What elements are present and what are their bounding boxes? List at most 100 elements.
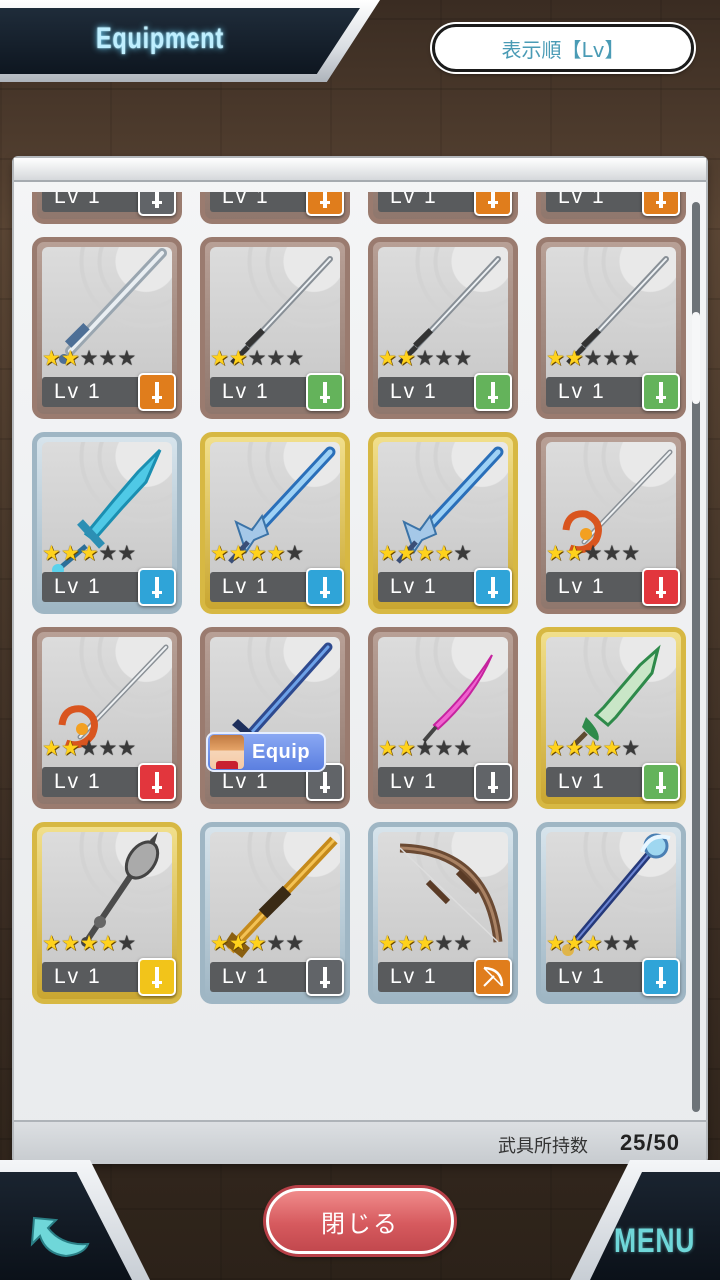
star-empty-icon: ★ xyxy=(266,346,286,370)
rarity-stars: ★★★★★ xyxy=(546,932,640,954)
equipment-card[interactable]: ★★★★★ Lv 1 xyxy=(368,237,518,419)
level-label: Lv 1 xyxy=(378,377,478,407)
inventory-footer: 武具所持数 25/50 xyxy=(14,1120,706,1164)
character-avatar-icon xyxy=(210,735,244,769)
star-filled-icon: ★ xyxy=(396,736,416,760)
weapon-type-icon xyxy=(306,192,344,216)
level-label: Lv 1 xyxy=(210,572,310,602)
star-empty-icon: ★ xyxy=(602,541,622,565)
equipment-card[interactable]: ★★★★★Lv 1 xyxy=(200,192,350,224)
level-label: Lv 1 xyxy=(378,572,478,602)
inventory-count-value: 25/50 xyxy=(619,1130,680,1155)
level-label: Lv 1 xyxy=(210,192,310,212)
level-label: Lv 1 xyxy=(210,962,310,992)
star-filled-icon: ★ xyxy=(546,931,565,955)
equipment-card[interactable]: ★★★★★ Lv 1 xyxy=(32,237,182,419)
star-filled-icon: ★ xyxy=(564,541,584,565)
star-filled-icon: ★ xyxy=(396,346,416,370)
star-filled-icon: ★ xyxy=(564,931,584,955)
star-filled-icon: ★ xyxy=(228,931,248,955)
sort-order-button[interactable]: 表示順【Lv】 xyxy=(432,24,694,72)
level-label: Lv 1 xyxy=(546,377,646,407)
rarity-stars: ★★★★★ xyxy=(546,542,640,564)
equipment-card[interactable]: ★★★★★Lv 1 xyxy=(536,627,686,809)
equipment-card[interactable]: ★★★★★Lv 1 xyxy=(368,192,518,224)
equipment-card[interactable]: ★★★★★ Lv 1 xyxy=(368,432,518,614)
equipment-card[interactable]: ★★★★★Lv 1 xyxy=(32,627,182,809)
level-label: Lv 1 xyxy=(546,192,646,212)
equipment-card[interactable]: ★★★★★Lv 1 xyxy=(200,822,350,1004)
weapon-type-icon xyxy=(642,192,680,216)
back-arrow-icon xyxy=(30,1216,90,1258)
level-label: Lv 1 xyxy=(42,572,142,602)
star-empty-icon: ★ xyxy=(98,346,118,370)
rarity-stars: ★★★★★ xyxy=(210,542,304,564)
equipment-card[interactable]: ★★★★★ Lv 1 xyxy=(536,822,686,1004)
equipment-card[interactable]: ★★★★★Lv 1 xyxy=(200,237,350,419)
rarity-stars: ★★★★★ xyxy=(210,347,304,369)
level-label: Lv 1 xyxy=(546,962,646,992)
equipment-card[interactable]: ★★★★★Lv 1 xyxy=(368,822,518,1004)
star-filled-icon: ★ xyxy=(42,931,61,955)
star-filled-icon: ★ xyxy=(378,736,397,760)
equipment-card[interactable]: ★★★★★Lv 1 xyxy=(32,432,182,614)
level-label: Lv 1 xyxy=(42,377,142,407)
rarity-stars: ★★★★★ xyxy=(42,347,136,369)
star-empty-icon: ★ xyxy=(285,541,305,565)
equipment-card[interactable]: ★★★★★Lv 1 xyxy=(200,627,350,809)
star-filled-icon: ★ xyxy=(564,346,584,370)
menu-button[interactable]: MENU xyxy=(614,1222,694,1266)
star-empty-icon: ★ xyxy=(621,346,641,370)
star-empty-icon: ★ xyxy=(583,541,603,565)
equipment-card[interactable]: ★★★★★Lv 1 xyxy=(536,237,686,419)
rarity-stars: ★★★★★ xyxy=(378,737,472,759)
equipment-card[interactable]: ★★★★★Lv 1 xyxy=(368,627,518,809)
back-button[interactable] xyxy=(26,1206,96,1266)
star-filled-icon: ★ xyxy=(42,346,61,370)
star-empty-icon: ★ xyxy=(266,931,286,955)
equipment-card[interactable]: ★★★★★Lv 1 xyxy=(32,192,182,224)
level-label: Lv 1 xyxy=(546,572,646,602)
star-filled-icon: ★ xyxy=(546,541,565,565)
equipment-card[interactable]: ★★★★★Lv 1 xyxy=(32,822,182,1004)
bow-type-icon xyxy=(474,958,512,996)
star-empty-icon: ★ xyxy=(434,736,454,760)
inventory-count-label: 武具所持数 xyxy=(498,1136,588,1157)
star-filled-icon: ★ xyxy=(583,931,603,955)
equipment-grid-viewport[interactable]: ★★★★★Lv 1★★★★★Lv 1★★★★★Lv 1★★★★★Lv 1★★★★… xyxy=(32,192,686,1122)
star-filled-icon: ★ xyxy=(60,931,80,955)
weapon-type-icon xyxy=(474,192,512,216)
star-filled-icon: ★ xyxy=(434,541,454,565)
scrollbar[interactable] xyxy=(692,202,700,1112)
page-title: Equipment xyxy=(96,22,224,55)
star-filled-icon: ★ xyxy=(98,931,118,955)
star-empty-icon: ★ xyxy=(602,346,622,370)
weapon-type-icon xyxy=(642,958,680,996)
level-label: Lv 1 xyxy=(42,192,142,212)
star-empty-icon: ★ xyxy=(247,346,267,370)
star-filled-icon: ★ xyxy=(210,541,229,565)
star-filled-icon: ★ xyxy=(564,736,584,760)
star-filled-icon: ★ xyxy=(546,346,565,370)
scrollbar-thumb[interactable] xyxy=(692,312,700,404)
weapon-type-icon xyxy=(306,373,344,411)
star-empty-icon: ★ xyxy=(583,346,603,370)
close-button[interactable]: 閉じる xyxy=(266,1188,454,1254)
rarity-stars: ★★★★★ xyxy=(378,347,472,369)
star-filled-icon: ★ xyxy=(415,541,435,565)
rarity-stars: ★★★★★ xyxy=(378,542,472,564)
star-filled-icon: ★ xyxy=(60,346,80,370)
star-empty-icon: ★ xyxy=(415,346,435,370)
equipped-badge-label: Equip xyxy=(252,740,311,763)
weapon-type-icon xyxy=(642,373,680,411)
star-empty-icon: ★ xyxy=(285,346,305,370)
star-empty-icon: ★ xyxy=(117,346,137,370)
star-empty-icon: ★ xyxy=(621,736,641,760)
star-filled-icon: ★ xyxy=(378,541,397,565)
equipment-card[interactable]: ★★★★★Lv 1 xyxy=(200,432,350,614)
star-filled-icon: ★ xyxy=(210,931,229,955)
equipment-card[interactable]: ★★★★★ Lv 1 xyxy=(536,432,686,614)
star-empty-icon: ★ xyxy=(621,931,641,955)
star-empty-icon: ★ xyxy=(98,541,118,565)
equipment-card[interactable]: ★★★★★Lv 1 xyxy=(536,192,686,224)
